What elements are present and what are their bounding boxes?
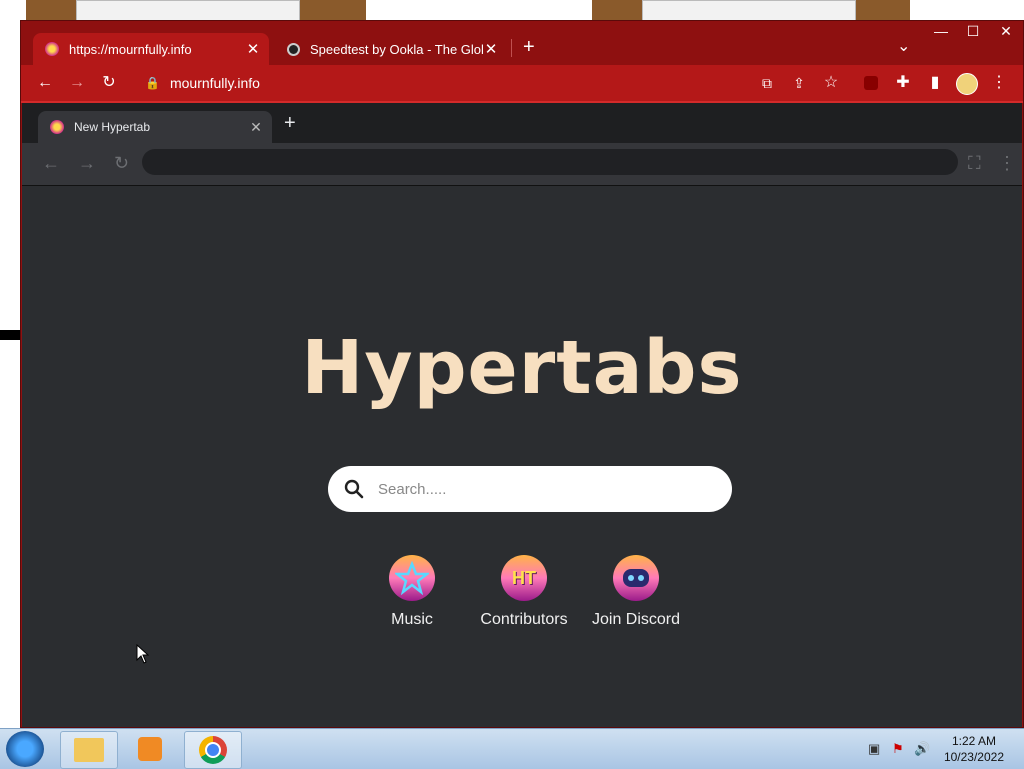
side-panel-icon[interactable]: ▮ [923, 71, 947, 95]
start-button[interactable] [6, 731, 44, 767]
profile-avatar-icon[interactable] [955, 71, 979, 95]
star-icon [389, 555, 435, 601]
inner-reload-icon[interactable]: ↻ [114, 153, 129, 173]
address-bar[interactable]: 🔒 mournfully.info [133, 69, 733, 97]
media-player-taskbar-button[interactable] [122, 731, 178, 767]
chrome-icon [199, 736, 227, 764]
browser-toolbar: ← → ↻ 🔒 mournfully.info ⧉ ⇪ ☆ ✚ ▮ ⋮ [21, 65, 1023, 101]
shortcut-label: Join Discord [591, 611, 681, 628]
hypertabs-favicon-icon [50, 120, 64, 134]
back-arrow-icon[interactable]: ← [33, 71, 57, 95]
browser-tab-strip: https://mournfully.info ✕ Speedtest by O… [21, 21, 1023, 65]
hypertabs-favicon-icon [45, 42, 59, 56]
extensions-puzzle-icon[interactable]: ✚ [891, 71, 915, 95]
inner-new-tab-button[interactable]: + [284, 113, 296, 133]
shortcut-label: Music [391, 611, 433, 628]
open-in-app-icon[interactable]: ⧉ [755, 71, 779, 95]
folder-icon [74, 738, 104, 762]
close-tab-icon[interactable]: ✕ [248, 119, 264, 136]
shortcut-music[interactable]: Music [357, 555, 467, 629]
taskbar: ▣ ⚑ 🔊 1:22 AM 10/23/2022 [0, 728, 1024, 769]
close-tab-icon[interactable]: ✕ [483, 40, 499, 58]
network-icon[interactable]: ▣ [868, 741, 880, 757]
address-bar-url: mournfully.info [169, 75, 260, 91]
close-window-button[interactable]: ✕ [989, 21, 1023, 41]
inner-forward-arrow-icon[interactable]: → [78, 153, 96, 173]
close-tab-icon[interactable]: ✕ [245, 40, 261, 58]
inner-back-arrow-icon[interactable]: ← [42, 153, 60, 173]
action-center-flag-icon[interactable]: ⚑ [892, 741, 904, 757]
media-player-icon [138, 737, 162, 761]
tab-mournfully[interactable]: https://mournfully.info ✕ [33, 33, 269, 65]
speedtest-favicon-icon [287, 42, 300, 56]
shortcut-label: Contributors [480, 611, 568, 628]
discord-icon [613, 555, 659, 601]
volume-icon[interactable]: 🔊 [914, 741, 930, 757]
tab-title: Speedtest by Ookla - The Global [310, 41, 483, 57]
search-box[interactable] [328, 466, 732, 512]
lock-icon: 🔒 [145, 76, 160, 90]
desktop-window-behind-right [642, 0, 856, 22]
menu-kebab-icon[interactable]: ⋮ [987, 71, 1011, 95]
inner-tab-title: New Hypertab [74, 120, 151, 134]
search-icon [344, 479, 364, 499]
inner-tab-new-hypertab[interactable]: New Hypertab ✕ [38, 111, 272, 143]
tab-speedtest[interactable]: Speedtest by Ookla - The Global ✕ [275, 33, 507, 65]
desktop-window-behind-left [76, 0, 300, 22]
page-title: Hypertabs [301, 325, 743, 411]
clock-date: 10/23/2022 [943, 750, 1004, 764]
inner-menu-icon[interactable]: ⋮ [998, 153, 1016, 173]
mouse-cursor-icon [136, 644, 150, 664]
search-input[interactable] [376, 479, 700, 499]
shortcut-contributors[interactable]: HT Contributors [469, 555, 579, 629]
file-explorer-taskbar-button[interactable] [60, 731, 118, 769]
browser-window: https://mournfully.info ✕ Speedtest by O… [20, 20, 1024, 728]
maximize-button[interactable]: ☐ [957, 21, 989, 41]
new-tab-button[interactable]: + [523, 35, 535, 59]
inner-divider [22, 185, 1022, 186]
system-clock[interactable]: 1:22 AM 10/23/2022 [944, 733, 1004, 765]
fullscreen-icon[interactable]: ⛶ [968, 153, 981, 173]
tab-search-button[interactable]: ⌄ [897, 35, 910, 59]
clock-time: 1:22 AM [951, 734, 996, 748]
inner-address-bar[interactable] [142, 149, 958, 175]
chrome-taskbar-button[interactable] [184, 731, 242, 769]
forward-arrow-icon[interactable]: → [65, 71, 89, 95]
ublock-extension-icon[interactable] [859, 71, 883, 95]
share-icon[interactable]: ⇪ [787, 71, 811, 95]
inner-tab-strip: New Hypertab ✕ + [22, 103, 1022, 143]
tab-divider [511, 39, 512, 57]
tab-title: https://mournfully.info [69, 41, 192, 57]
shortcut-join-discord[interactable]: Join Discord [581, 555, 691, 629]
inner-nav-bar: ← → ↻ ⛶ ⋮ [22, 143, 1022, 185]
ht-logo-text: HT [512, 567, 536, 588]
ht-logo-icon: HT [501, 555, 547, 601]
web-page: New Hypertab ✕ + ← → ↻ ⛶ ⋮ Hypertabs Sea… [22, 103, 1022, 727]
minimize-button[interactable]: — [925, 21, 957, 41]
desktop-edge-mark [0, 330, 20, 340]
bookmark-star-icon[interactable]: ☆ [819, 71, 843, 95]
reload-icon[interactable]: ↻ [97, 71, 121, 95]
